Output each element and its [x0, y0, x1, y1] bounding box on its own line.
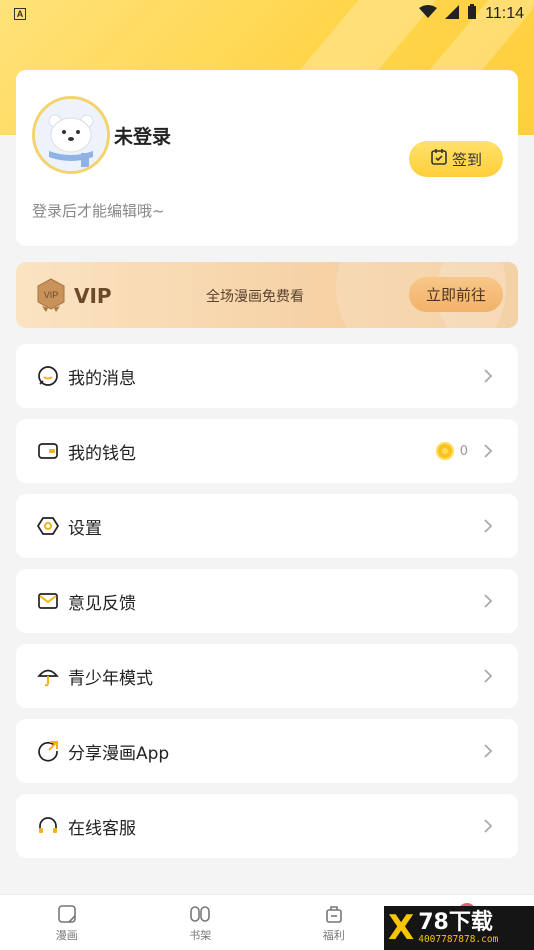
avatar[interactable] — [32, 96, 110, 174]
headset-icon — [36, 814, 60, 838]
checkin-label: 签到 — [451, 150, 482, 169]
watermark-brand: 78下载 — [418, 909, 493, 935]
vip-go-button[interactable]: 立即前往 — [409, 277, 503, 312]
chevron-right-icon — [478, 741, 498, 761]
tab-label: 福利 — [322, 928, 345, 942]
signal-icon — [445, 4, 460, 24]
chevron-right-icon — [478, 516, 498, 536]
menu-item-feedback[interactable]: 意见反馈 — [16, 569, 518, 633]
menu-item-wallet[interactable]: 我的钱包 0 — [16, 419, 518, 483]
tab-bookshelf[interactable]: 书架 — [134, 895, 268, 950]
battery-icon — [467, 3, 477, 25]
tab-label: 漫画 — [55, 928, 78, 942]
message-icon — [36, 364, 60, 388]
menu-label: 青少年模式 — [68, 668, 153, 689]
share-icon — [36, 739, 60, 763]
chevron-right-icon — [478, 816, 498, 836]
checkin-button[interactable]: 签到 — [409, 141, 503, 177]
settings-icon — [36, 514, 60, 538]
comic-icon — [56, 903, 78, 925]
svg-text:VIP: VIP — [44, 290, 59, 300]
calendar-check-icon — [430, 148, 448, 170]
watermark-logo: X 78下载 4007787878.com — [384, 906, 534, 950]
gift-icon — [323, 903, 345, 925]
mail-icon — [36, 589, 60, 613]
umbrella-icon — [36, 664, 60, 688]
bookshelf-icon — [189, 903, 211, 925]
tab-comics[interactable]: 漫画 — [0, 895, 134, 950]
menu-item-share[interactable]: 分享漫画App — [16, 719, 518, 783]
menu-item-messages[interactable]: 我的消息 — [16, 344, 518, 408]
menu-item-customer-service[interactable]: 在线客服 — [16, 794, 518, 858]
menu-item-settings[interactable]: 设置 — [16, 494, 518, 558]
coin-icon — [435, 442, 454, 460]
menu-label: 在线客服 — [68, 818, 136, 839]
watermark-phone: 4007787878.com — [418, 933, 499, 945]
status-bar: A 11:14 — [0, 0, 534, 28]
clock: 11:14 — [485, 5, 524, 22]
wallet-icon — [36, 439, 60, 463]
vip-banner[interactable]: VIP VIP 全场漫画免费看 立即前往 — [16, 262, 518, 328]
chevron-right-icon — [478, 591, 498, 611]
vip-description: 全场漫画免费看 — [206, 289, 304, 305]
a-icon: A — [14, 8, 26, 20]
vip-title: VIP — [74, 284, 112, 308]
chevron-right-icon — [478, 441, 498, 461]
wifi-icon — [419, 4, 438, 24]
coin-count: 0 — [459, 443, 468, 459]
login-hint: 登录后才能编辑哦~ — [32, 202, 165, 220]
tab-label: 书架 — [189, 928, 212, 942]
menu-label: 我的钱包 — [68, 443, 136, 464]
username[interactable]: 未登录 — [114, 122, 171, 149]
tab-benefits[interactable]: 福利 — [267, 895, 401, 950]
menu-label: 我的消息 — [68, 368, 136, 389]
chevron-right-icon — [478, 666, 498, 686]
profile-card: 未登录 签到 登录后才能编辑哦~ — [16, 70, 518, 246]
chevron-right-icon — [478, 366, 498, 386]
menu-item-teen-mode[interactable]: 青少年模式 — [16, 644, 518, 708]
vip-badge-icon: VIP — [36, 278, 66, 312]
menu-label: 意见反馈 — [68, 593, 136, 614]
watermark-mark: X — [388, 908, 415, 948]
menu-label: 设置 — [68, 518, 102, 539]
menu-label: 分享漫画App — [68, 743, 170, 764]
